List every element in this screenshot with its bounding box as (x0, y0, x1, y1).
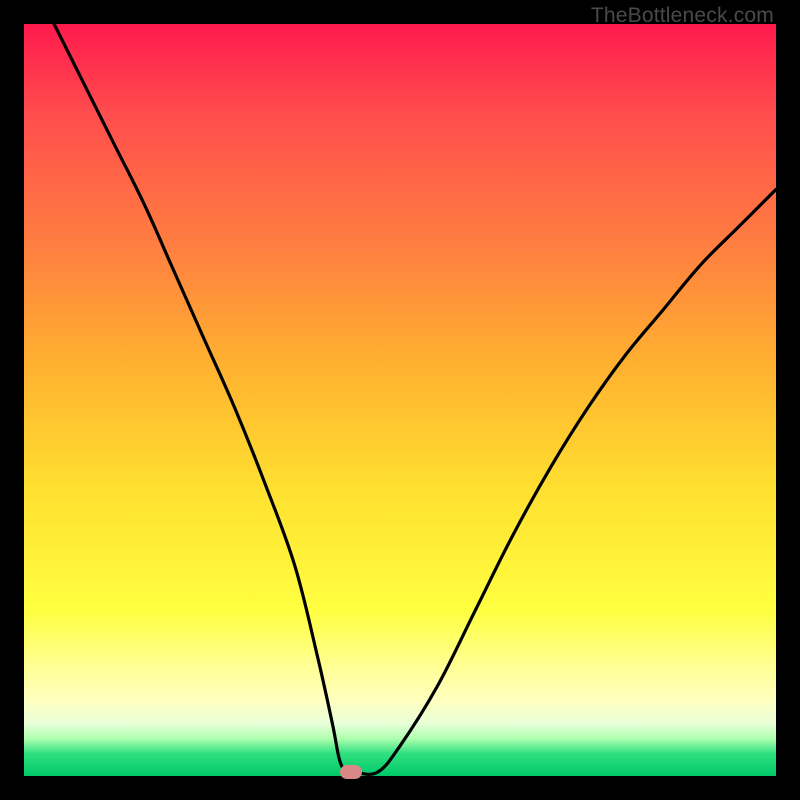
curve-path (54, 24, 776, 774)
watermark-text: TheBottleneck.com (591, 4, 774, 28)
bottleneck-curve (24, 24, 776, 776)
plot-area (24, 24, 776, 776)
chart-frame: TheBottleneck.com (0, 0, 800, 800)
optimum-marker (340, 765, 362, 779)
